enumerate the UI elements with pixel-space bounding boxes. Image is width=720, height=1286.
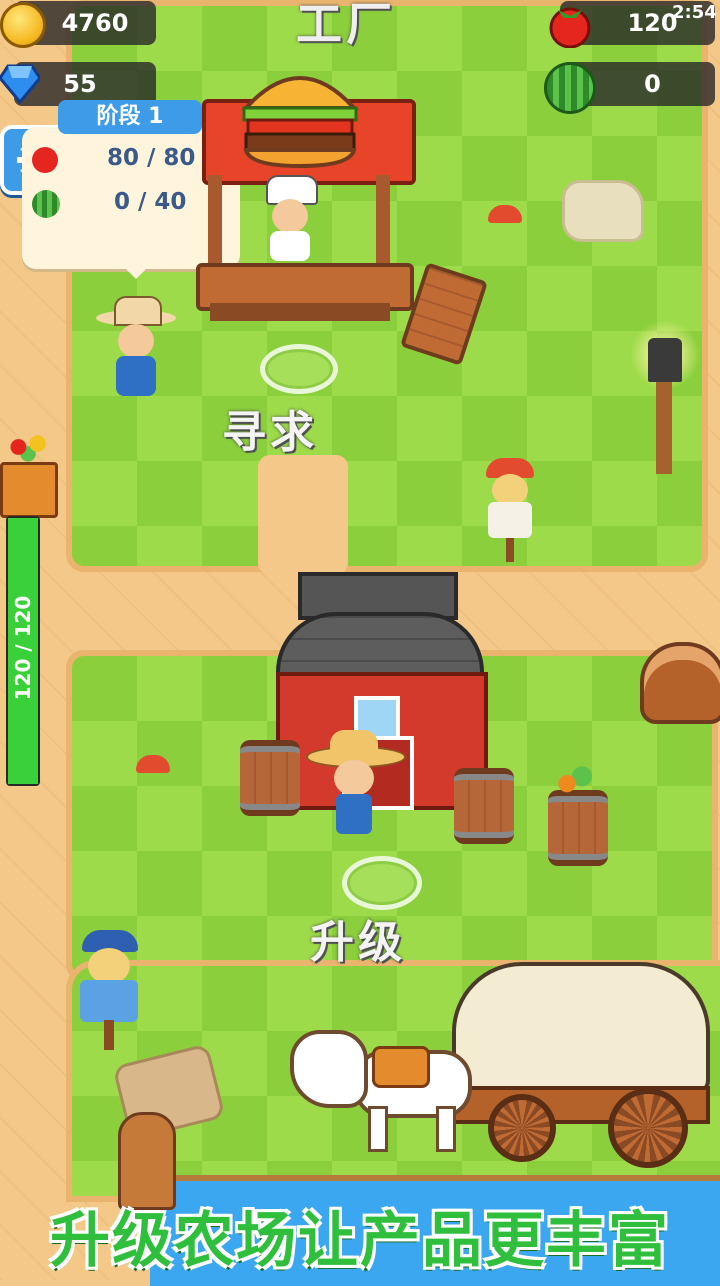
tomato-value: 120 [627,9,678,37]
rope-post [118,1112,176,1210]
watermelon-icon [544,62,596,114]
stand-post-right [376,175,390,270]
tree-stump [640,642,720,724]
factory-title: 工厂 [296,0,396,51]
upgrade-spot[interactable] [342,856,422,910]
status-bar-time: 2:54 [672,2,717,23]
scarecrow [470,458,550,562]
burger-icon [241,76,359,168]
lamp-post [630,320,700,480]
scarecrow-blue [66,930,166,1050]
tomato-icon [549,7,591,48]
stand-post-left [208,175,222,270]
rock-pile [562,180,644,242]
barrel [548,790,608,866]
stage-panel-pointer [122,265,150,279]
storage-bar: 120 / 120 [6,516,40,786]
storage-value: 120 / 120 [11,595,35,701]
seek-spot[interactable] [260,344,338,394]
barrel [240,740,300,816]
wagon[interactable] [440,962,712,1168]
watermelon-value: 0 [644,70,661,98]
barrel [454,768,514,844]
gem-value: 55 [63,70,97,98]
horse [290,1010,472,1152]
seek-label: 寻求 [222,407,318,458]
produce-basket-icon [0,430,58,518]
farmer-npc[interactable] [96,296,176,406]
gem-icon [0,64,40,104]
stand-base [210,303,390,321]
mushroom [488,205,522,223]
chef [262,175,318,261]
coin-icon [0,2,46,48]
coin-value: 4760 [61,9,129,37]
carrot-plant [552,762,602,798]
tomato-small-icon [32,147,58,173]
watermelon-small-icon [32,190,60,218]
stage-title: 阶段 1 [58,100,202,134]
sand-path-top [258,455,348,575]
promo-banner: 升级农场让产品更丰富 [50,1206,670,1276]
stage-row1-value: 80 / 80 [107,145,196,171]
upgrade-label: 升级 [310,917,406,968]
stage-row2-value: 0 / 40 [114,189,187,215]
mushroom [136,755,170,773]
farmer-player[interactable] [306,730,406,840]
